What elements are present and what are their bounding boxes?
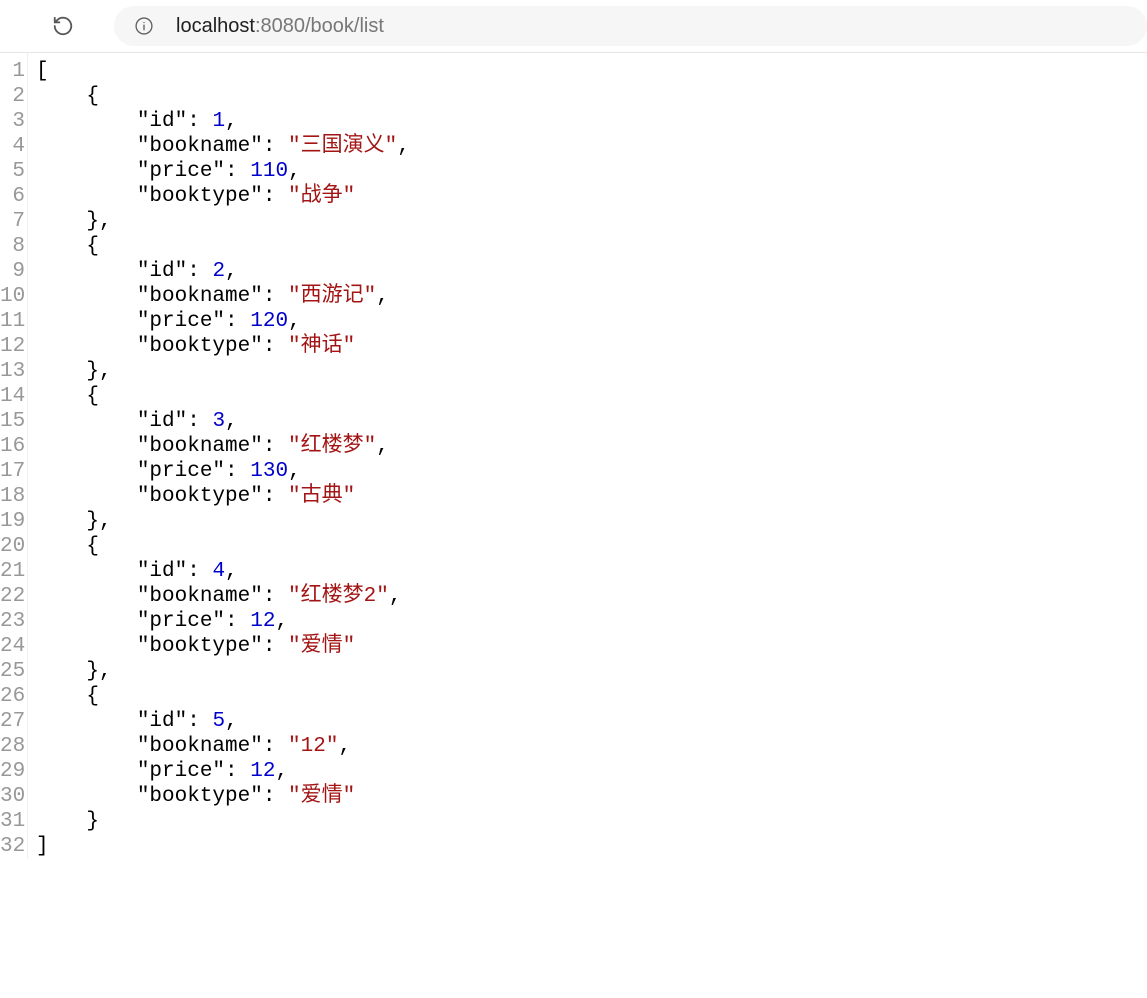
line-number: 15 [0,409,25,434]
address-bar[interactable]: localhost:8080/book/list [114,6,1147,46]
line-number: 29 [0,759,25,784]
line-number: 20 [0,534,25,559]
code-line: "booktype": "古典" [36,484,410,509]
code-line: [ [36,59,410,84]
code-line: "price": 130, [36,459,410,484]
line-number: 5 [0,159,25,184]
line-number: 24 [0,634,25,659]
code-line: }, [36,359,410,384]
code-line: "bookname": "红楼梦2", [36,584,410,609]
line-number: 26 [0,684,25,709]
code-line: "booktype": "神话" [36,334,410,359]
code-line: "id": 3, [36,409,410,434]
line-number: 30 [0,784,25,809]
line-number: 7 [0,209,25,234]
url-host: localhost [176,15,255,37]
browser-toolbar: localhost:8080/book/list [0,0,1147,52]
line-number: 21 [0,559,25,584]
code-line: "booktype": "爱情" [36,634,410,659]
line-number: 11 [0,309,25,334]
line-number: 32 [0,834,25,859]
url-path: :8080/book/list [255,15,384,37]
code-line: "booktype": "战争" [36,184,410,209]
code-line: "price": 120, [36,309,410,334]
code-line: }, [36,509,410,534]
json-viewer: 1234567891011121314151617181920212223242… [0,53,1147,859]
code-line: "price": 12, [36,609,410,634]
code-line: } [36,809,410,834]
code-line: { [36,384,410,409]
code-line: "id": 5, [36,709,410,734]
code-line: ] [36,834,410,859]
line-number: 28 [0,734,25,759]
line-number: 4 [0,134,25,159]
code-line: { [36,234,410,259]
line-number: 2 [0,84,25,109]
code-line: { [36,534,410,559]
code-line: "price": 110, [36,159,410,184]
line-number: 13 [0,359,25,384]
code-line: { [36,684,410,709]
line-number: 25 [0,659,25,684]
line-number: 22 [0,584,25,609]
code-line: }, [36,659,410,684]
code-line: "price": 12, [36,759,410,784]
code-line: "bookname": "西游记", [36,284,410,309]
line-number: 27 [0,709,25,734]
line-number: 10 [0,284,25,309]
code-line: "bookname": "三国演义", [36,134,410,159]
line-number: 12 [0,334,25,359]
line-number: 6 [0,184,25,209]
line-number: 14 [0,384,25,409]
line-number: 8 [0,234,25,259]
info-icon[interactable] [134,16,154,36]
code-line: "id": 4, [36,559,410,584]
line-number: 18 [0,484,25,509]
line-number: 17 [0,459,25,484]
code-line: { [36,84,410,109]
reload-icon[interactable] [52,15,74,37]
code-line: "id": 2, [36,259,410,284]
line-number: 19 [0,509,25,534]
line-number: 16 [0,434,25,459]
line-number: 3 [0,109,25,134]
line-number: 31 [0,809,25,834]
line-number: 9 [0,259,25,284]
line-number: 23 [0,609,25,634]
line-number: 1 [0,59,25,84]
code-area: [ { "id": 1, "bookname": "三国演义", "price"… [28,53,410,859]
code-line: "bookname": "12", [36,734,410,759]
code-line: "booktype": "爱情" [36,784,410,809]
code-line: "id": 1, [36,109,410,134]
url-text: localhost:8080/book/list [176,15,384,38]
code-line: "bookname": "红楼梦", [36,434,410,459]
line-number-gutter: 1234567891011121314151617181920212223242… [0,53,28,859]
code-line: }, [36,209,410,234]
